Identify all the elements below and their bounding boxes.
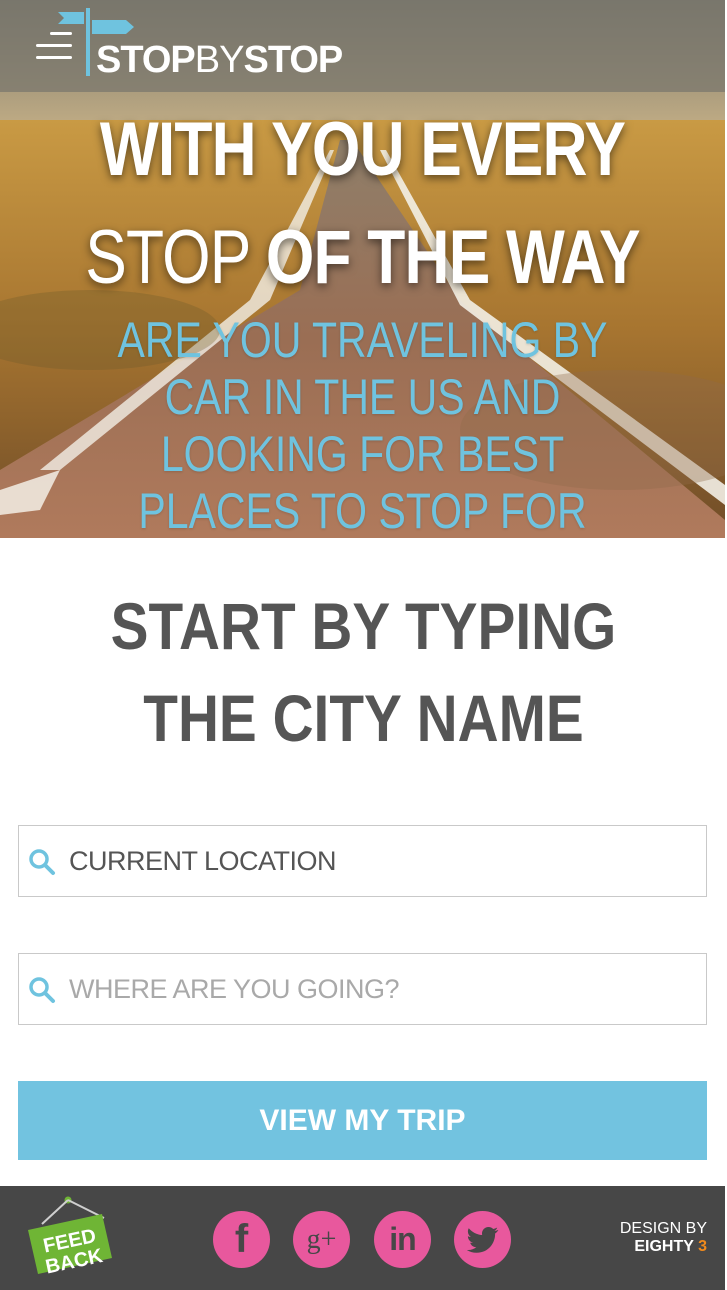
page-headline: START BY TYPING THE CITY NAME <box>110 589 617 755</box>
search-icon <box>29 849 55 875</box>
twitter-icon[interactable] <box>454 1211 511 1268</box>
hero-banner: STOPBYSTOP WITH YOU EVERY STOP OF THE WA… <box>0 0 725 538</box>
feedback-button[interactable]: FEED BACK <box>24 1196 116 1286</box>
hero-subtitle: ARE YOU TRAVELING BY CAR IN THE US AND L… <box>117 312 608 538</box>
stopbystop-logo[interactable]: STOPBYSTOP <box>56 6 343 81</box>
origin-input[interactable] <box>69 826 699 896</box>
destination-input[interactable] <box>69 954 699 1024</box>
view-my-trip-button[interactable]: VIEW MY TRIP <box>18 1081 707 1160</box>
search-icon <box>29 977 55 1003</box>
twitter-bird-glyph <box>466 1226 498 1253</box>
facebook-icon[interactable]: f <box>213 1211 270 1268</box>
hero-title-thin: STOP <box>85 215 250 300</box>
destination-field[interactable] <box>18 953 707 1025</box>
hero-title-bold: OF THE WAY <box>265 215 641 300</box>
origin-field[interactable] <box>18 825 707 897</box>
credit-line-1: DESIGN BY <box>619 1220 707 1237</box>
footer: FEED BACK f g+ in DESIGN BY EIGHTY 3 <box>0 1186 725 1290</box>
logo-wordmark: STOPBYSTOP <box>96 39 343 81</box>
hero-title-line-2: STOP OF THE WAY <box>65 216 660 300</box>
credit-line-2: EIGHTY 3 <box>634 1238 707 1255</box>
google-plus-icon[interactable]: g+ <box>293 1211 350 1268</box>
hero-title-line-1: WITH YOU EVERY <box>99 107 626 192</box>
linkedin-icon[interactable]: in <box>374 1211 431 1268</box>
design-credit[interactable]: DESIGN BY EIGHTY 3 <box>620 1220 707 1256</box>
